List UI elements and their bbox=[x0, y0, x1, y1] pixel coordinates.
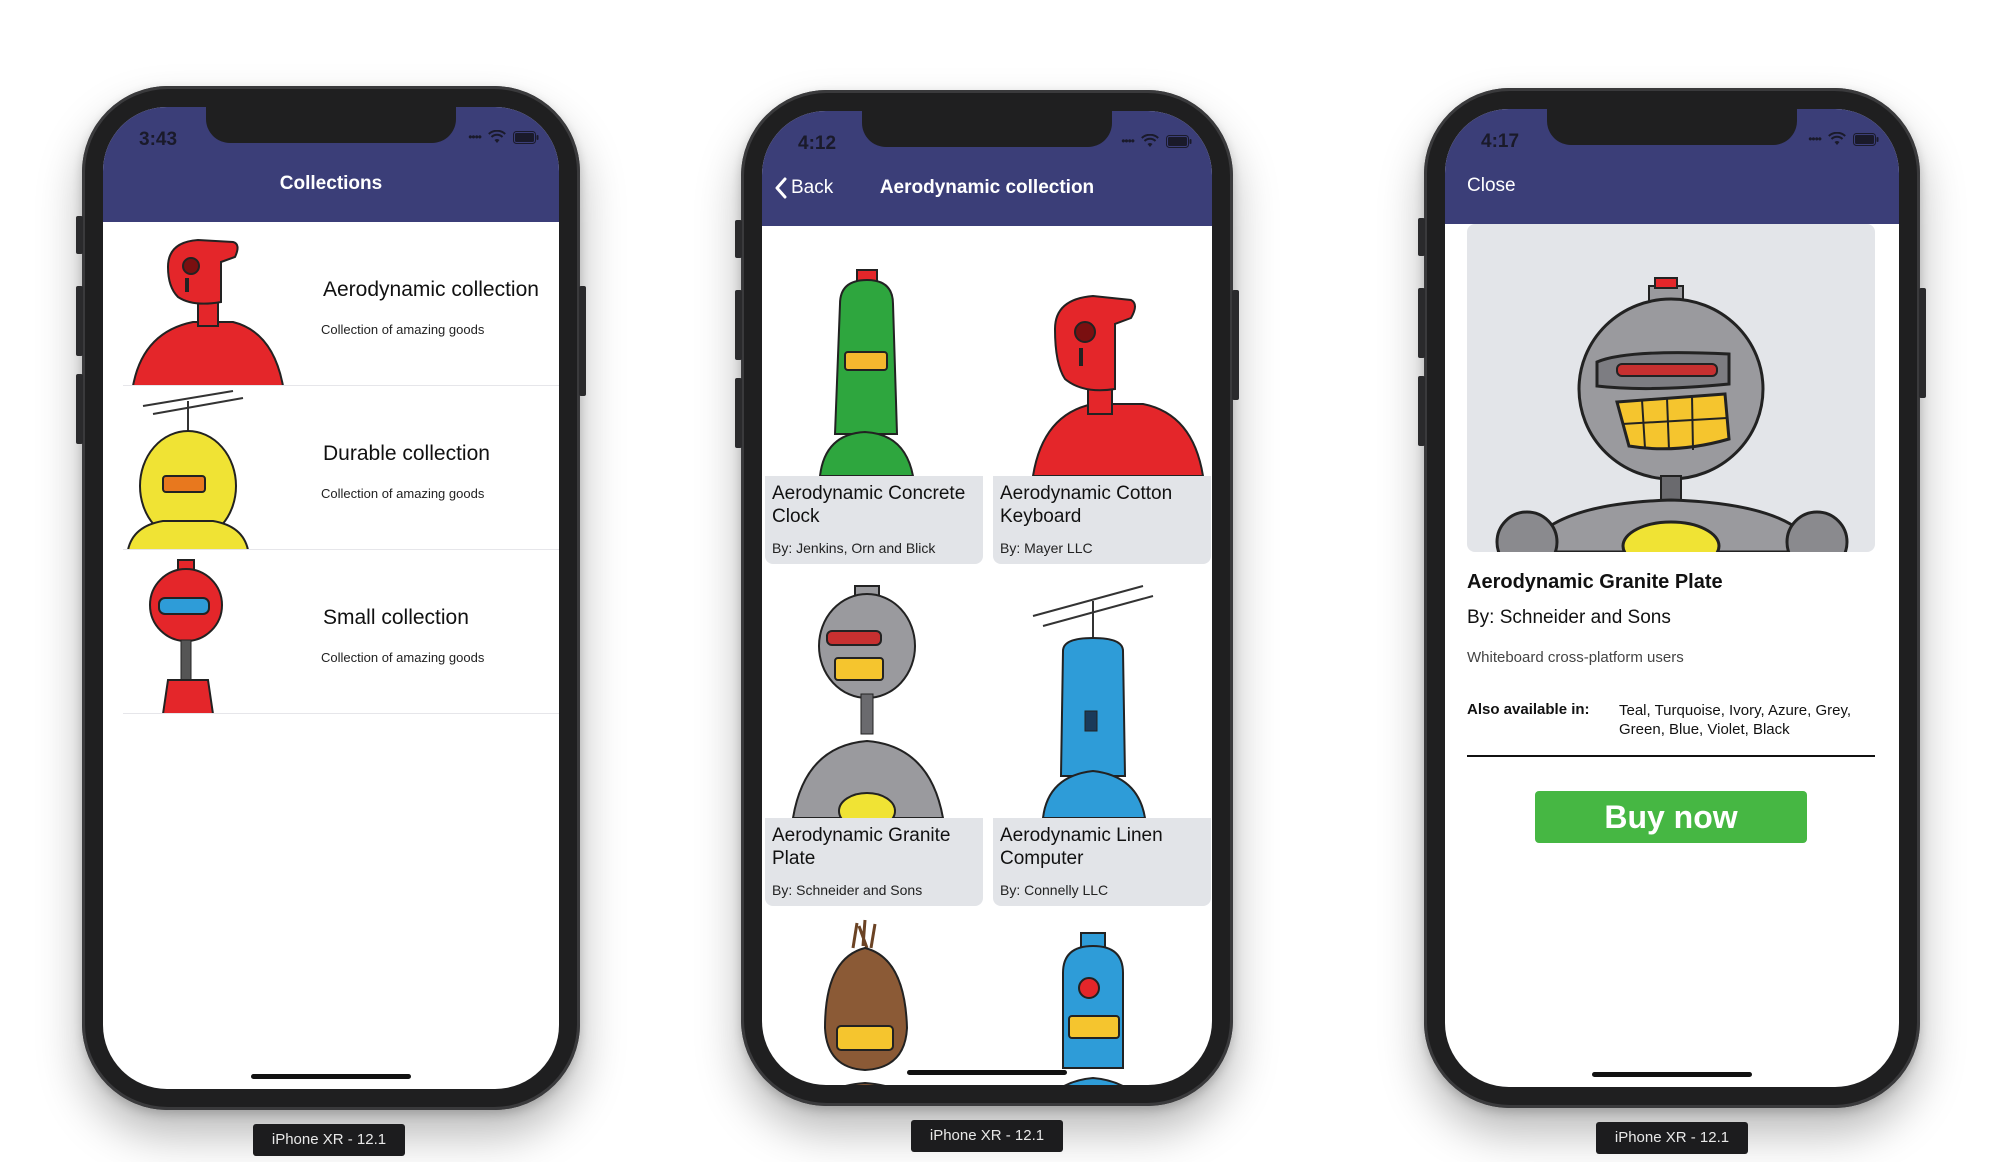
collection-subtitle: Collection of amazing goods bbox=[321, 650, 485, 665]
battery-icon bbox=[1166, 134, 1192, 148]
navigation-bar: 3:43 •••• Collections bbox=[103, 107, 559, 222]
collection-row[interactable]: Aerodynamic collection Collection of ama… bbox=[103, 222, 559, 386]
wifi-icon bbox=[1141, 134, 1159, 147]
product-info: Aerodynamic Cotton Keyboard By: Mayer LL… bbox=[993, 476, 1211, 564]
product-description: Whiteboard cross-platform users bbox=[1467, 649, 1684, 666]
product-name: Aerodynamic Linen Computer bbox=[1000, 825, 1163, 869]
collection-title: Small collection bbox=[323, 606, 469, 629]
home-indicator[interactable] bbox=[907, 1070, 1067, 1075]
collection-row[interactable]: Small collection Collection of amazing g… bbox=[103, 550, 559, 714]
product-card[interactable]: Aerodynamic Linen Computer By: Connelly … bbox=[993, 576, 1211, 906]
robot-image bbox=[149, 559, 223, 714]
phone-collections: 3:43 •••• Collections Aerodynamic collec… bbox=[76, 86, 586, 1110]
product-card[interactable]: Aerodynamic Concrete Clock By: Jenkins, … bbox=[765, 234, 983, 564]
collection-subtitle: Collection of amazing goods bbox=[321, 486, 485, 501]
page-title: Aerodynamic collection bbox=[879, 177, 1095, 198]
wifi-icon bbox=[1828, 132, 1846, 145]
screen-collections: 3:43 •••• Collections Aerodynamic collec… bbox=[103, 107, 559, 1089]
product-name: Aerodynamic Cotton Keyboard bbox=[1000, 483, 1173, 527]
available-label: Also available in: bbox=[1467, 701, 1590, 718]
robot-image bbox=[823, 919, 909, 1085]
home-indicator[interactable] bbox=[1592, 1072, 1752, 1077]
robot-image bbox=[1062, 932, 1124, 1085]
device-label: iPhone XR - 12.1 bbox=[911, 1120, 1063, 1152]
signal-icon: •••• bbox=[1121, 134, 1135, 148]
product-image bbox=[1467, 224, 1875, 552]
status-time: 4:17 bbox=[1481, 131, 1520, 152]
screen-product-grid: 4:12 •••• Back Aerodynamic collection Ae… bbox=[762, 111, 1212, 1085]
collection-subtitle: Collection of amazing goods bbox=[321, 322, 485, 337]
status-time: 3:43 bbox=[139, 129, 178, 150]
product-card[interactable]: Aerodynamic Granite Plate By: Schneider … bbox=[765, 576, 983, 906]
buy-now-button[interactable]: Buy now bbox=[1535, 791, 1807, 843]
product-maker: By: Connelly LLC bbox=[1000, 882, 1109, 898]
robot-image bbox=[791, 585, 945, 818]
product-maker: By: Mayer LLC bbox=[1000, 540, 1093, 556]
status-time: 4:12 bbox=[798, 133, 837, 154]
product-card[interactable] bbox=[765, 918, 983, 1085]
signal-icon: •••• bbox=[1808, 132, 1822, 146]
product-maker: By: Schneider and Sons bbox=[1467, 607, 1671, 628]
robot-image bbox=[1495, 277, 1849, 552]
robot-image bbox=[131, 238, 285, 386]
collection-row[interactable]: Durable collection Collection of amazing… bbox=[103, 386, 559, 550]
status-icons: •••• bbox=[468, 129, 539, 145]
product-info: Aerodynamic Granite Plate By: Schneider … bbox=[765, 818, 983, 906]
phone-product-grid: 4:12 •••• Back Aerodynamic collection Ae… bbox=[735, 90, 1239, 1106]
product-card[interactable] bbox=[993, 918, 1211, 1085]
product-info: Aerodynamic Concrete Clock By: Jenkins, … bbox=[765, 476, 983, 564]
robot-image bbox=[1031, 294, 1205, 476]
device-label: iPhone XR - 12.1 bbox=[253, 1124, 405, 1156]
status-icons: •••• bbox=[1808, 131, 1879, 147]
robot-image bbox=[126, 390, 250, 550]
divider bbox=[1467, 755, 1875, 757]
available-values: Teal, Turquoise, Ivory, Azure, Grey, Gre… bbox=[1619, 702, 1852, 738]
home-indicator[interactable] bbox=[251, 1074, 411, 1079]
signal-icon: •••• bbox=[468, 130, 482, 144]
collection-title: Durable collection bbox=[323, 442, 490, 465]
robot-image bbox=[818, 269, 915, 476]
product-name: Aerodynamic Granite Plate bbox=[772, 825, 951, 869]
battery-icon bbox=[1853, 132, 1879, 146]
product-maker: By: Schneider and Sons bbox=[772, 882, 923, 898]
screen-product-detail: 4:17 •••• Close Aerodynamic Granite Plat… bbox=[1445, 109, 1899, 1087]
product-maker: By: Jenkins, Orn and Blick bbox=[772, 540, 936, 556]
navigation-bar: 4:12 •••• Back Aerodynamic collection bbox=[762, 111, 1212, 226]
product-info: Aerodynamic Linen Computer By: Connelly … bbox=[993, 818, 1211, 906]
product-card[interactable]: Aerodynamic Cotton Keyboard By: Mayer LL… bbox=[993, 234, 1211, 564]
status-icons: •••• bbox=[1121, 133, 1192, 149]
close-button[interactable]: Close bbox=[1467, 175, 1516, 197]
navigation-bar: 4:17 •••• Close bbox=[1445, 109, 1899, 224]
wifi-icon bbox=[488, 130, 506, 143]
battery-icon bbox=[513, 130, 539, 144]
phone-product-detail: 4:17 •••• Close Aerodynamic Granite Plat… bbox=[1418, 88, 1926, 1108]
page-title: Collections bbox=[279, 173, 383, 194]
product-name: Aerodynamic Concrete Clock bbox=[772, 483, 966, 527]
device-label: iPhone XR - 12.1 bbox=[1596, 1122, 1748, 1154]
robot-image bbox=[1032, 585, 1154, 818]
collection-title: Aerodynamic collection bbox=[323, 278, 539, 301]
product-name: Aerodynamic Granite Plate bbox=[1467, 571, 1723, 593]
